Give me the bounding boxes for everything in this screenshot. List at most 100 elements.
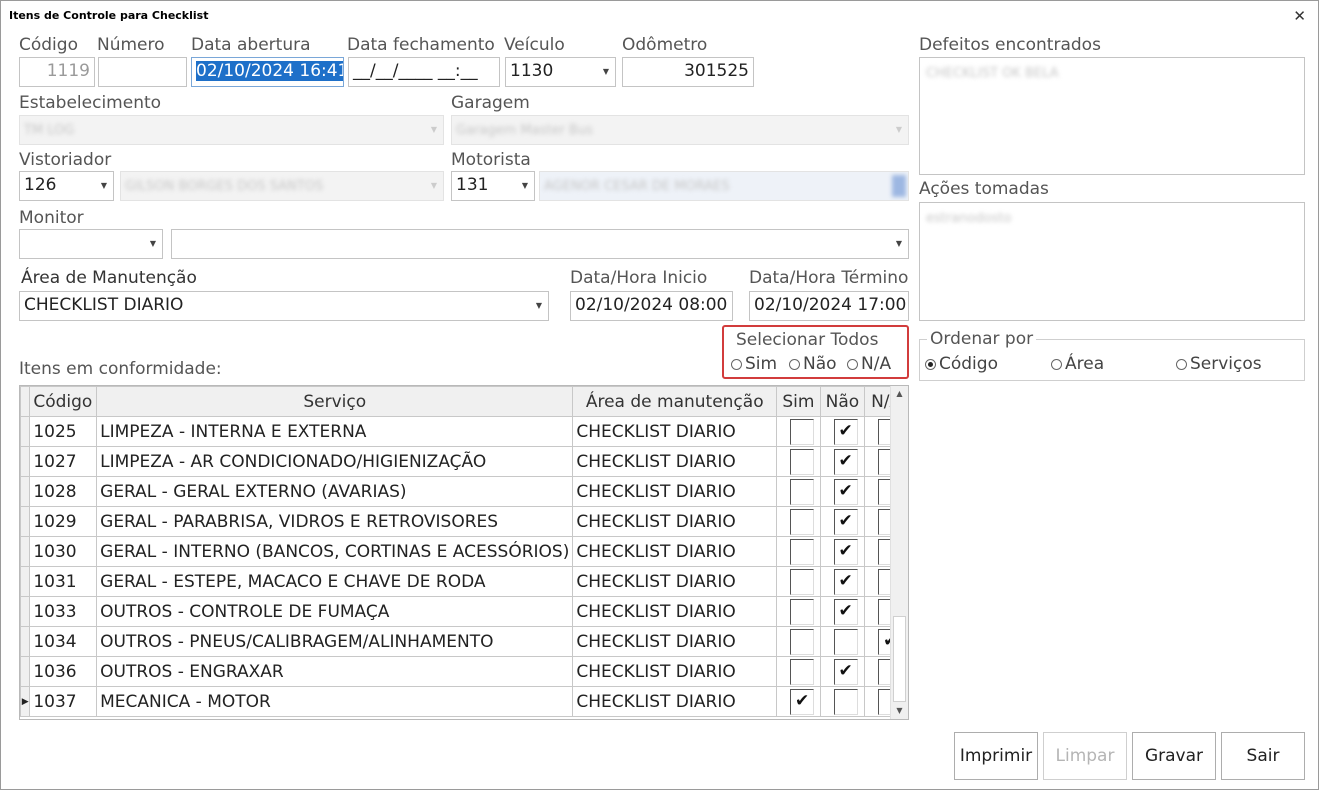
- col-header-area[interactable]: Área de manutenção: [572, 386, 778, 417]
- checkbox-sim[interactable]: [790, 598, 815, 625]
- garagem-combo[interactable]: Garagem Master Bus ▼: [451, 115, 909, 145]
- row-indicator[interactable]: [20, 476, 31, 507]
- table-row[interactable]: 1027 LIMPEZA - AR CONDICIONADO/HIGIENIZAÇ…: [20, 446, 908, 477]
- checkbox-sim[interactable]: [790, 478, 815, 505]
- motorista-name-combo[interactable]: AGENOR CESAR DE MORAES: [539, 171, 909, 201]
- chevron-down-icon[interactable]: ▼: [101, 181, 107, 190]
- defeitos-textarea[interactable]: CHECKLIST OK BELA: [919, 57, 1305, 175]
- area-combo[interactable]: CHECKLIST DIARIO ▼: [19, 291, 549, 321]
- estabelecimento-combo[interactable]: TM LOG ▼: [19, 115, 444, 145]
- vistoriador-code-combo[interactable]: 126 ▼: [19, 171, 114, 201]
- cell-area: CHECKLIST DIARIO: [572, 416, 778, 447]
- row-indicator[interactable]: [20, 626, 31, 657]
- row-indicator[interactable]: [20, 596, 31, 627]
- selecionar-todos-title: Selecionar Todos: [733, 330, 882, 350]
- row-indicator[interactable]: [20, 506, 31, 537]
- col-header-nao[interactable]: Não: [819, 386, 866, 417]
- itens-grid[interactable]: Código Serviço Área de manutenção Sim Nã…: [19, 385, 909, 720]
- garagem-value: Garagem Master Bus: [456, 123, 593, 138]
- chevron-down-icon[interactable]: ▼: [431, 125, 437, 134]
- inicio-field[interactable]: 02/10/2024 08:00: [570, 291, 733, 321]
- chevron-down-icon[interactable]: ▼: [150, 239, 156, 248]
- monitor-name-combo[interactable]: ▼: [171, 229, 909, 259]
- numero-label: Número: [97, 35, 165, 55]
- checkbox-sim-cell: [776, 626, 821, 657]
- dropdown-button[interactable]: [892, 175, 906, 197]
- table-row[interactable]: 1034 OUTROS - PNEUS/CALIBRAGEM/ALINHAMENT…: [20, 626, 908, 657]
- checkbox-sim[interactable]: [790, 448, 815, 475]
- veiculo-combo[interactable]: 1130 ▼: [505, 57, 616, 87]
- scroll-up-icon[interactable]: ▲: [891, 386, 908, 402]
- cell-area: CHECKLIST DIARIO: [572, 566, 778, 597]
- checkbox-sim[interactable]: [790, 538, 815, 565]
- radio-na[interactable]: N/A: [847, 354, 891, 374]
- monitor-code-combo[interactable]: ▼: [19, 229, 163, 259]
- vistoriador-name-combo[interactable]: GILSON BORGES DOS SANTOS ▼: [120, 171, 444, 201]
- imprimir-button[interactable]: Imprimir: [954, 732, 1038, 780]
- row-pointer-icon[interactable]: ▶: [20, 686, 31, 717]
- radio-nao[interactable]: Não: [789, 354, 837, 374]
- col-header-sim[interactable]: Sim: [776, 386, 821, 417]
- checkbox-sim[interactable]: [790, 418, 815, 445]
- scroll-down-icon[interactable]: ▼: [891, 703, 908, 719]
- checkbox-sim[interactable]: [790, 628, 815, 655]
- odometro-field[interactable]: 301525: [622, 57, 754, 87]
- gravar-button[interactable]: Gravar: [1132, 732, 1216, 780]
- table-row[interactable]: 1036 OUTROS - ENGRAXAR CHECKLIST DIARIO ✔: [20, 656, 908, 687]
- checkbox-nao[interactable]: ✔: [833, 658, 858, 685]
- table-row[interactable]: 1025 LIMPEZA - INTERNA E EXTERNA CHECKLIST…: [20, 416, 908, 447]
- data-fechamento-field[interactable]: __/__/____ __:__: [348, 57, 500, 87]
- row-indicator[interactable]: [20, 566, 31, 597]
- termino-field[interactable]: 02/10/2024 17:00: [749, 291, 909, 321]
- checkbox-nao[interactable]: [833, 688, 858, 715]
- close-icon[interactable]: ✕: [1293, 7, 1306, 25]
- checkbox-sim-cell: ✔: [776, 686, 821, 717]
- chevron-down-icon[interactable]: ▼: [603, 67, 609, 76]
- data-abertura-field[interactable]: 02/10/2024 16:41: [191, 57, 344, 87]
- limpar-button[interactable]: Limpar: [1043, 732, 1127, 780]
- row-indicator[interactable]: [20, 446, 31, 477]
- chevron-down-icon[interactable]: ▼: [536, 301, 542, 310]
- motorista-code-combo[interactable]: 131 ▼: [451, 171, 535, 201]
- checkbox-nao[interactable]: [833, 628, 858, 655]
- checkbox-nao[interactable]: ✔: [833, 508, 858, 535]
- grid-scrollbar[interactable]: ▲ ▼: [890, 386, 908, 719]
- radio-ordenar-codigo[interactable]: Código: [925, 354, 998, 374]
- table-row[interactable]: 1030 GERAL - INTERNO (BANCOS, CORTINAS E …: [20, 536, 908, 567]
- checkbox-nao[interactable]: ✔: [833, 478, 858, 505]
- numero-field[interactable]: [98, 57, 187, 87]
- table-row[interactable]: 1031 GERAL - ESTEPE, MACACO E CHAVE DE RO…: [20, 566, 908, 597]
- area-value: CHECKLIST DIARIO: [24, 295, 184, 315]
- col-header-servico[interactable]: Serviço: [96, 386, 574, 417]
- sair-button[interactable]: Sair: [1221, 732, 1305, 780]
- defeitos-value: CHECKLIST OK BELA: [926, 66, 1059, 81]
- table-row[interactable]: 1033 OUTROS - CONTROLE DE FUMAÇA CHECKLIST…: [20, 596, 908, 627]
- radio-ordenar-servicos[interactable]: Serviços: [1176, 354, 1262, 374]
- col-header-codigo[interactable]: Código: [29, 386, 98, 417]
- acoes-textarea[interactable]: estranodosto: [919, 202, 1305, 321]
- chevron-down-icon[interactable]: ▼: [896, 125, 902, 134]
- checkbox-nao[interactable]: ✔: [833, 418, 858, 445]
- checkbox-sim[interactable]: [790, 658, 815, 685]
- table-row[interactable]: ▶ 1037 MECANICA - MOTOR CHECKLIST DIARIO ✔: [20, 686, 908, 717]
- checkbox-nao[interactable]: ✔: [833, 448, 858, 475]
- scroll-thumb[interactable]: [893, 616, 906, 702]
- chevron-down-icon[interactable]: ▼: [522, 181, 528, 190]
- row-indicator[interactable]: [20, 656, 31, 687]
- checkbox-nao[interactable]: ✔: [833, 538, 858, 565]
- row-indicator[interactable]: [20, 536, 31, 567]
- table-row[interactable]: 1028 GERAL - GERAL EXTERNO (AVARIAS) CHECK…: [20, 476, 908, 507]
- radio-circle-icon: [731, 358, 742, 370]
- chevron-down-icon[interactable]: ▼: [431, 181, 437, 190]
- table-row[interactable]: 1029 GERAL - PARABRISA, VIDROS E RETROVIS…: [20, 506, 908, 537]
- radio-sim[interactable]: Sim: [731, 354, 777, 374]
- checkbox-sim[interactable]: ✔: [790, 688, 815, 715]
- codigo-field[interactable]: 1119: [19, 57, 95, 87]
- checkbox-nao[interactable]: ✔: [833, 598, 858, 625]
- checkbox-nao[interactable]: ✔: [833, 568, 858, 595]
- chevron-down-icon[interactable]: ▼: [896, 239, 902, 248]
- checkbox-sim[interactable]: [790, 508, 815, 535]
- checkbox-sim[interactable]: [790, 568, 815, 595]
- radio-ordenar-area[interactable]: Área: [1051, 354, 1104, 374]
- row-indicator[interactable]: [20, 416, 31, 447]
